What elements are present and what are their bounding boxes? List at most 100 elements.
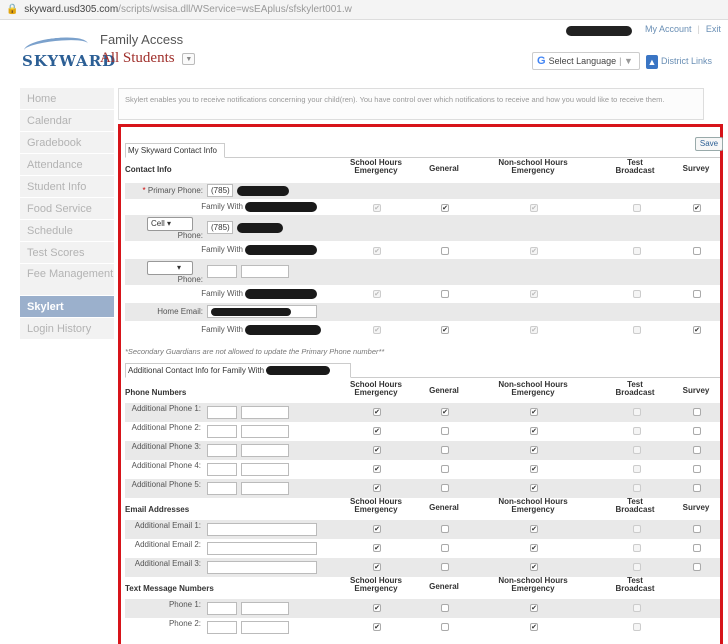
sidebar-item-calendar[interactable]: Calendar	[20, 110, 114, 132]
non-school-checkbox[interactable]: ✔	[530, 247, 538, 255]
general-checkbox[interactable]	[441, 484, 449, 492]
survey-checkbox[interactable]	[693, 408, 701, 416]
email-input[interactable]	[207, 561, 317, 574]
exit-link[interactable]: Exit	[706, 24, 721, 34]
chevron-down-icon[interactable]: ▼	[182, 52, 196, 65]
school-checkbox[interactable]: ✔	[373, 204, 381, 212]
survey-checkbox[interactable]	[693, 525, 701, 533]
tab-my-contact-info[interactable]: My Skyward Contact Info	[125, 143, 225, 158]
school-checkbox[interactable]: ✔	[373, 604, 381, 612]
test-checkbox[interactable]	[633, 204, 641, 212]
phone-number-input[interactable]	[241, 265, 289, 278]
non-school-checkbox[interactable]: ✔	[530, 604, 538, 612]
district-links[interactable]: ▲ District Links	[646, 52, 712, 70]
phone-area-input[interactable]	[207, 621, 237, 634]
phone-area-input[interactable]	[207, 482, 237, 495]
school-checkbox[interactable]: ✔	[373, 563, 381, 571]
general-checkbox[interactable]: ✔	[441, 204, 449, 212]
school-checkbox[interactable]: ✔	[373, 525, 381, 533]
sidebar-item-food-service[interactable]: Food Service	[20, 198, 114, 220]
phone-number-input[interactable]	[241, 602, 289, 615]
school-checkbox[interactable]: ✔	[373, 446, 381, 454]
phone-number-input[interactable]	[241, 621, 289, 634]
school-checkbox[interactable]: ✔	[373, 465, 381, 473]
non-school-checkbox[interactable]: ✔	[530, 563, 538, 571]
general-checkbox[interactable]	[441, 446, 449, 454]
test-checkbox[interactable]	[633, 247, 641, 255]
survey-checkbox[interactable]	[693, 484, 701, 492]
sidebar-item-attendance[interactable]: Attendance	[20, 154, 114, 176]
general-checkbox[interactable]	[441, 427, 449, 435]
phone-area-input[interactable]	[207, 265, 237, 278]
test-checkbox[interactable]	[633, 290, 641, 298]
general-checkbox[interactable]	[441, 623, 449, 631]
survey-checkbox[interactable]	[693, 247, 701, 255]
general-checkbox[interactable]	[441, 247, 449, 255]
phone-number-input[interactable]	[241, 482, 289, 495]
phone-area-input[interactable]	[207, 444, 237, 457]
my-account-link[interactable]: My Account	[645, 24, 692, 34]
test-checkbox[interactable]	[633, 326, 641, 334]
survey-checkbox[interactable]	[693, 563, 701, 571]
address-bar[interactable]: 🔒 skyward.usd305.com/scripts/wsisa.dll/W…	[0, 0, 728, 20]
phone-type-select[interactable]: ▾	[147, 261, 193, 275]
email-input[interactable]	[207, 523, 317, 536]
survey-checkbox[interactable]	[693, 427, 701, 435]
school-checkbox[interactable]: ✔	[373, 408, 381, 416]
phone-type-select[interactable]: Cell ▾	[147, 217, 193, 231]
phone-number-input[interactable]	[241, 425, 289, 438]
test-checkbox[interactable]	[633, 563, 641, 571]
test-checkbox[interactable]	[633, 427, 641, 435]
survey-checkbox[interactable]	[693, 465, 701, 473]
tab-additional-contact-info[interactable]: Additional Contact Info for Family With	[125, 363, 351, 378]
test-checkbox[interactable]	[633, 465, 641, 473]
phone-number-input[interactable]	[241, 406, 289, 419]
survey-checkbox[interactable]: ✔	[693, 204, 701, 212]
student-selector[interactable]: All Students ▼	[100, 50, 196, 67]
test-checkbox[interactable]	[633, 623, 641, 631]
general-checkbox[interactable]: ✔	[441, 326, 449, 334]
phone-area-input[interactable]	[207, 602, 237, 615]
cell-phone-area-input[interactable]: (785)	[207, 221, 233, 234]
test-checkbox[interactable]	[633, 604, 641, 612]
non-school-checkbox[interactable]: ✔	[530, 204, 538, 212]
school-checkbox[interactable]: ✔	[373, 247, 381, 255]
school-checkbox[interactable]: ✔	[373, 544, 381, 552]
school-checkbox[interactable]: ✔	[373, 623, 381, 631]
non-school-checkbox[interactable]: ✔	[530, 525, 538, 533]
survey-checkbox[interactable]	[693, 446, 701, 454]
phone-number-input[interactable]	[241, 463, 289, 476]
save-button[interactable]: Save	[695, 137, 723, 151]
general-checkbox[interactable]	[441, 544, 449, 552]
sidebar-item-skylert[interactable]: Skylert	[20, 296, 114, 318]
sidebar-item-student-info[interactable]: Student Info	[20, 176, 114, 198]
email-input[interactable]	[207, 542, 317, 555]
test-checkbox[interactable]	[633, 544, 641, 552]
general-checkbox[interactable]	[441, 563, 449, 571]
test-checkbox[interactable]	[633, 525, 641, 533]
phone-area-input[interactable]	[207, 463, 237, 476]
non-school-checkbox[interactable]: ✔	[530, 326, 538, 334]
survey-checkbox[interactable]: ✔	[693, 326, 701, 334]
non-school-checkbox[interactable]: ✔	[530, 446, 538, 454]
sidebar-item-gradebook[interactable]: Gradebook	[20, 132, 114, 154]
sidebar-item-fee-management[interactable]: Fee Management	[20, 264, 114, 296]
general-checkbox[interactable]	[441, 604, 449, 612]
non-school-checkbox[interactable]: ✔	[530, 484, 538, 492]
sidebar-item-login-history[interactable]: Login History	[20, 318, 114, 340]
general-checkbox[interactable]: ✔	[441, 408, 449, 416]
survey-checkbox[interactable]	[693, 544, 701, 552]
test-checkbox[interactable]	[633, 484, 641, 492]
general-checkbox[interactable]	[441, 465, 449, 473]
test-checkbox[interactable]	[633, 408, 641, 416]
phone-area-input[interactable]	[207, 425, 237, 438]
school-checkbox[interactable]: ✔	[373, 290, 381, 298]
general-checkbox[interactable]	[441, 525, 449, 533]
survey-checkbox[interactable]	[693, 290, 701, 298]
non-school-checkbox[interactable]: ✔	[530, 427, 538, 435]
skyward-logo[interactable]: SKYWARD	[22, 34, 115, 74]
non-school-checkbox[interactable]: ✔	[530, 408, 538, 416]
non-school-checkbox[interactable]: ✔	[530, 465, 538, 473]
test-checkbox[interactable]	[633, 446, 641, 454]
sidebar-item-schedule[interactable]: Schedule	[20, 220, 114, 242]
